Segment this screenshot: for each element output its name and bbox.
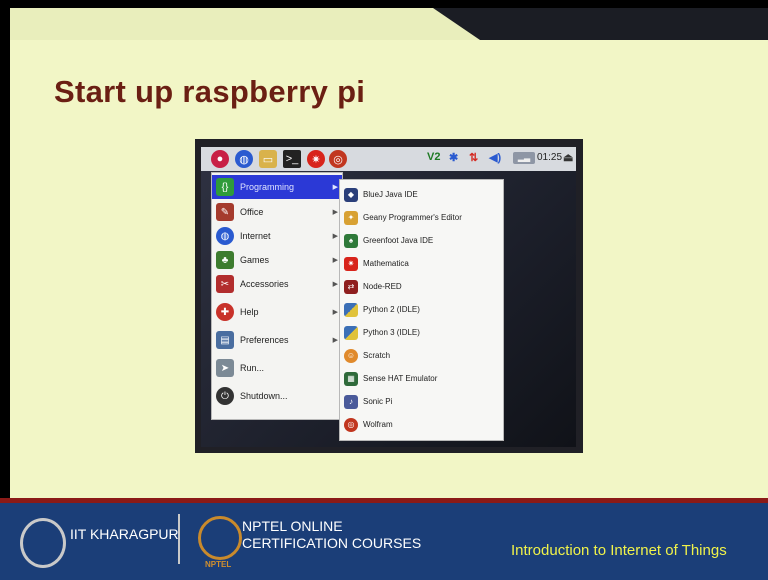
bluej-icon: ◆ (344, 187, 358, 202)
submenu-item-label: Node-RED (363, 282, 402, 291)
network-icon[interactable]: ⇅ (469, 151, 478, 164)
submenu-item-node-red[interactable]: ⇄ Node-RED (340, 276, 503, 297)
menu-item-run[interactable]: ➤ Run... (212, 356, 342, 380)
menu-item-label: Help (240, 307, 259, 317)
menu-item-label: Run... (240, 363, 265, 373)
clock: 01:25 (537, 152, 563, 163)
submenu-item-greenfoot[interactable]: ♠ Greenfoot Java IDE (340, 230, 503, 251)
menu-item-programming[interactable]: {} Programming ▶ (212, 175, 342, 199)
vnc-icon[interactable]: V2 (427, 151, 440, 163)
submenu-item-label: BlueJ Java IDE (363, 190, 418, 199)
games-icon: ♣ (216, 251, 234, 269)
submenu-item-label: Geany Programmer's Editor (363, 213, 462, 222)
nptel-logo (198, 516, 242, 560)
iit-kharagpur-logo (20, 518, 66, 568)
submenu-item-python3[interactable]: Python 3 (IDLE) (340, 322, 503, 343)
submenu-item-sense-hat[interactable]: ▦ Sense HAT Emulator (340, 368, 503, 389)
submenu-item-wolfram[interactable]: ◎ Wolfram (340, 414, 503, 435)
accessories-icon: ✂ (216, 275, 234, 293)
run-icon: ➤ (216, 359, 234, 377)
menu-item-preferences[interactable]: ▤ Preferences ▶ (212, 328, 342, 352)
footer-divider (178, 514, 180, 564)
chevron-right-icon: ▶ (332, 233, 338, 240)
menu-item-label: Accessories (240, 279, 289, 289)
wolfram-icon[interactable]: ◎ (329, 150, 347, 168)
menu-item-label: Office (240, 207, 264, 217)
chevron-right-icon: ▶ (332, 209, 338, 216)
submenu-item-scratch[interactable]: ☺ Scratch (340, 345, 503, 366)
programming-icon: {} (216, 178, 234, 196)
cpu-monitor: ▂▃ (513, 152, 535, 164)
office-icon: ✎ (216, 203, 234, 221)
menu-item-label: Internet (240, 231, 271, 241)
menu-item-label: Preferences (240, 335, 289, 345)
mathematica-icon: ✷ (344, 256, 358, 271)
power-icon: ⏻ (216, 387, 234, 405)
sonic-pi-icon: ♪ (344, 394, 358, 409)
menu-item-label: Games (240, 255, 270, 265)
python-icon (344, 325, 358, 340)
menu-item-label: Programming (240, 182, 295, 192)
chevron-right-icon: ▶ (332, 257, 338, 264)
submenu-item-geany[interactable]: ✦ Geany Programmer's Editor (340, 207, 503, 228)
menu-item-accessories[interactable]: ✂ Accessories ▶ (212, 272, 342, 296)
submenu-item-bluej[interactable]: ◆ BlueJ Java IDE (340, 184, 503, 205)
greenfoot-icon: ♠ (344, 233, 358, 248)
volume-icon[interactable]: ◀) (489, 151, 501, 164)
bluetooth-icon[interactable]: ✱ (449, 151, 458, 164)
submenu-item-label: Sonic Pi (363, 397, 393, 406)
raspberry-icon[interactable]: ● (211, 150, 229, 168)
nptel-mark: NPTEL (205, 560, 232, 569)
menu-item-shutdown[interactable]: ⏻ Shutdown... (212, 384, 342, 408)
submenu-item-label: Greenfoot Java IDE (363, 236, 434, 245)
mathematica-icon[interactable]: ✷ (307, 150, 325, 168)
internet-icon: ◍ (216, 227, 234, 245)
slide-title: Start up raspberry pi (54, 74, 366, 109)
eject-icon[interactable]: ⏏ (563, 151, 573, 164)
chevron-right-icon: ▶ (332, 281, 338, 288)
footer: IIT KHARAGPUR NPTEL NPTEL ONLINE CERTIFI… (0, 498, 768, 580)
submenu-item-python2[interactable]: Python 2 (IDLE) (340, 299, 503, 320)
raspberry-pi-desktop: ● ◍ ▭ >_ ✷ ◎ V2 ✱ ⇅ ◀) ▂▃ 01:25 ⏏ {} Pro… (201, 147, 576, 447)
menu-item-help[interactable]: ✚ Help ▶ (212, 300, 342, 324)
footer-accent-line (0, 498, 768, 503)
chevron-right-icon: ▶ (332, 309, 338, 316)
submenu-item-label: Scratch (363, 351, 391, 360)
submenu-item-label: Mathematica (363, 259, 409, 268)
nptel-title: NPTEL ONLINE (242, 518, 343, 534)
sense-hat-icon: ▦ (344, 371, 358, 386)
submenu-item-mathematica[interactable]: ✷ Mathematica (340, 253, 503, 274)
wolfram-icon: ◎ (344, 417, 358, 432)
scratch-icon: ☺ (344, 348, 358, 363)
applications-menu: {} Programming ▶ ✎ Office ▶ ◍ Internet ▶… (211, 172, 343, 420)
slide-top-bar-accent (10, 8, 480, 40)
folder-icon[interactable]: ▭ (259, 150, 277, 168)
chevron-right-icon: ▶ (332, 337, 338, 344)
submenu-item-sonic-pi[interactable]: ♪ Sonic Pi (340, 391, 503, 412)
menu-item-internet[interactable]: ◍ Internet ▶ (212, 224, 342, 248)
menu-item-label: Shutdown... (240, 391, 288, 401)
submenu-item-label: Sense HAT Emulator (363, 374, 438, 383)
slide: Start up raspberry pi ● ◍ ▭ >_ ✷ ◎ V2 ✱ … (10, 8, 768, 498)
chevron-right-icon: ▶ (332, 184, 338, 191)
globe-icon[interactable]: ◍ (235, 150, 253, 168)
submenu-item-label: Python 3 (IDLE) (363, 328, 420, 337)
menu-item-office[interactable]: ✎ Office ▶ (212, 200, 342, 224)
institute-name: IIT KHARAGPUR (70, 526, 179, 542)
node-red-icon: ⇄ (344, 279, 358, 294)
geany-icon: ✦ (344, 210, 358, 225)
taskbar: ● ◍ ▭ >_ ✷ ◎ V2 ✱ ⇅ ◀) ▂▃ 01:25 ⏏ (201, 147, 576, 171)
help-icon: ✚ (216, 303, 234, 321)
submenu-item-label: Python 2 (IDLE) (363, 305, 420, 314)
nptel-subtitle: CERTIFICATION COURSES (242, 535, 422, 551)
submenu-item-label: Wolfram (363, 420, 393, 429)
menu-item-games[interactable]: ♣ Games ▶ (212, 248, 342, 272)
course-title: Introduction to Internet of Things (511, 542, 727, 559)
preferences-icon: ▤ (216, 331, 234, 349)
screen-photo: ● ◍ ▭ >_ ✷ ◎ V2 ✱ ⇅ ◀) ▂▃ 01:25 ⏏ {} Pro… (195, 139, 583, 453)
programming-submenu: ◆ BlueJ Java IDE ✦ Geany Programmer's Ed… (339, 179, 504, 441)
terminal-icon[interactable]: >_ (283, 150, 301, 168)
python-icon (344, 302, 358, 317)
